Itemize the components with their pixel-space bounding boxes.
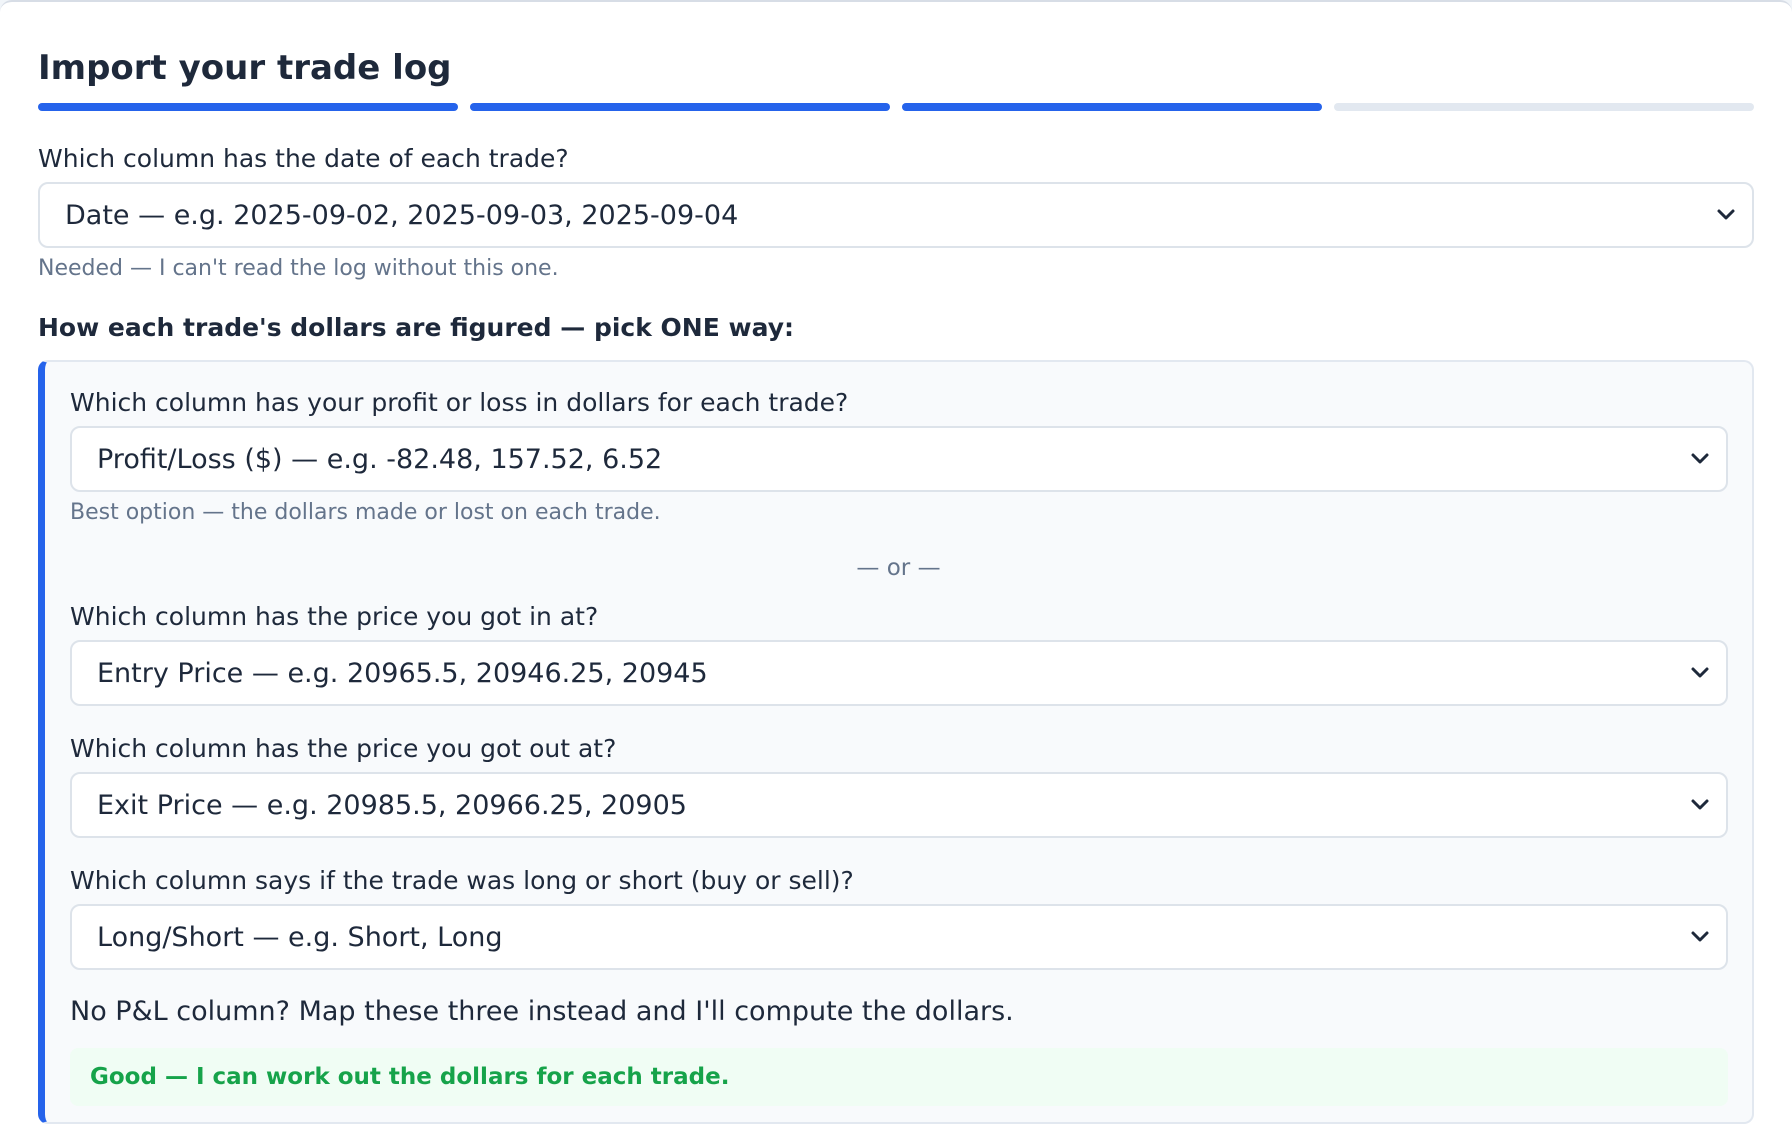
- date-column-hint: Needed — I can't read the log without th…: [38, 256, 559, 281]
- or-divider: — or —: [856, 555, 941, 581]
- import-card: Import your trade log Which column has t…: [0, 0, 1792, 1132]
- pnl-column-select[interactable]: Profit/Loss ($) — e.g. -82.48, 157.52, 6…: [70, 426, 1728, 492]
- dollars-section-heading: How each trade's dollars are figured — p…: [38, 313, 795, 342]
- no-pnl-note: No P&L column? Map these three instead a…: [70, 996, 1014, 1027]
- progress-step-2: [470, 103, 890, 111]
- status-success-message: Good — I can work out the dollars for ea…: [70, 1048, 1728, 1106]
- chevron-down-icon: [1691, 667, 1709, 678]
- chevron-down-icon: [1691, 799, 1709, 810]
- entry-price-label: Which column has the price you got in at…: [70, 602, 599, 631]
- dollars-method-group: Which column has your profit or loss in …: [38, 360, 1754, 1124]
- exit-price-select[interactable]: Exit Price — e.g. 20985.5, 20966.25, 209…: [70, 772, 1728, 838]
- pnl-column-hint: Best option — the dollars made or lost o…: [70, 500, 661, 525]
- progress-step-1: [38, 103, 458, 111]
- chevron-down-icon: [1717, 209, 1735, 220]
- entry-price-value: Entry Price — e.g. 20965.5, 20946.25, 20…: [97, 657, 708, 689]
- entry-price-select[interactable]: Entry Price — e.g. 20965.5, 20946.25, 20…: [70, 640, 1728, 706]
- date-column-value: Date — e.g. 2025-09-02, 2025-09-03, 2025…: [65, 199, 739, 231]
- pnl-column-label: Which column has your profit or loss in …: [70, 388, 849, 417]
- chevron-down-icon: [1691, 453, 1709, 464]
- exit-price-label: Which column has the price you got out a…: [70, 734, 617, 763]
- date-column-select[interactable]: Date — e.g. 2025-09-02, 2025-09-03, 2025…: [38, 182, 1754, 248]
- page-title: Import your trade log: [38, 48, 452, 88]
- exit-price-value: Exit Price — e.g. 20985.5, 20966.25, 209…: [97, 789, 687, 821]
- progress-steps: [38, 103, 1754, 111]
- direction-label: Which column says if the trade was long …: [70, 866, 854, 895]
- date-column-label: Which column has the date of each trade?: [38, 144, 569, 173]
- chevron-down-icon: [1691, 931, 1709, 942]
- direction-select[interactable]: Long/Short — e.g. Short, Long: [70, 904, 1728, 970]
- pnl-column-value: Profit/Loss ($) — e.g. -82.48, 157.52, 6…: [97, 443, 663, 475]
- progress-step-3: [902, 103, 1322, 111]
- progress-step-4: [1334, 103, 1754, 111]
- direction-value: Long/Short — e.g. Short, Long: [97, 921, 503, 953]
